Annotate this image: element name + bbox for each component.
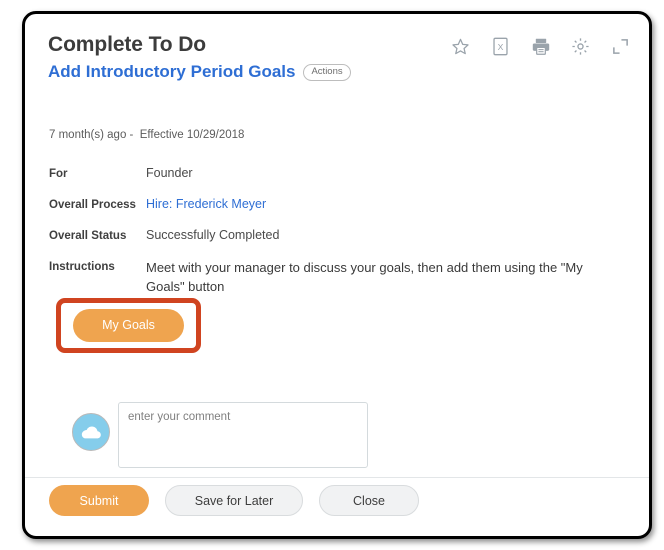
field-row: Overall Process Hire: Frederick Meyer bbox=[49, 196, 624, 213]
timestamp: 7 month(s) ago - Effective 10/29/2018 bbox=[49, 129, 245, 141]
cloud-icon bbox=[81, 426, 101, 439]
header-toolbar: X bbox=[450, 36, 631, 57]
settings-gear-icon[interactable] bbox=[570, 36, 591, 57]
my-goals-button[interactable]: My Goals bbox=[73, 309, 184, 342]
field-value-instructions: Meet with your manager to discuss your g… bbox=[146, 260, 583, 294]
close-button[interactable]: Close bbox=[319, 485, 419, 516]
favorite-star-icon[interactable] bbox=[450, 36, 471, 57]
task-link[interactable]: Add Introductory Period Goals bbox=[48, 61, 295, 83]
field-value-for: Founder bbox=[146, 166, 193, 180]
field-row: Instructions Meet with your manager to d… bbox=[49, 258, 624, 296]
field-label-for: For bbox=[49, 168, 68, 180]
save-for-later-button[interactable]: Save for Later bbox=[165, 485, 303, 516]
header-title-block: Complete To Do Add Introductory Period G… bbox=[48, 32, 351, 83]
field-row: For Founder bbox=[49, 165, 624, 182]
field-value-overall-process[interactable]: Hire: Frederick Meyer bbox=[146, 196, 624, 213]
field-row: Overall Status Successfully Completed bbox=[49, 227, 624, 244]
field-label-instructions: Instructions bbox=[49, 261, 115, 273]
field-label-overall-process: Overall Process bbox=[49, 199, 136, 211]
screenshot-root: Complete To Do Add Introductory Period G… bbox=[0, 0, 664, 550]
footer-divider bbox=[25, 477, 649, 478]
export-excel-icon[interactable]: X bbox=[490, 36, 511, 57]
detail-fields: For Founder Overall Process Hire: Freder… bbox=[49, 165, 624, 310]
page-title: Complete To Do bbox=[48, 33, 207, 56]
field-label-overall-status: Overall Status bbox=[49, 230, 127, 242]
submit-button[interactable]: Submit bbox=[49, 485, 149, 516]
expand-icon[interactable] bbox=[610, 36, 631, 57]
footer-actions: Submit Save for Later Close bbox=[49, 485, 419, 516]
field-value-overall-status: Successfully Completed bbox=[146, 228, 280, 242]
avatar bbox=[72, 413, 110, 451]
task-card: Complete To Do Add Introductory Period G… bbox=[22, 11, 652, 539]
actions-badge[interactable]: Actions bbox=[303, 63, 351, 81]
subtitle-row: Add Introductory Period Goals Actions bbox=[48, 61, 351, 83]
card-body: Complete To Do Add Introductory Period G… bbox=[25, 14, 649, 536]
svg-text:X: X bbox=[498, 42, 504, 52]
comment-input[interactable] bbox=[118, 402, 368, 468]
print-icon[interactable] bbox=[530, 36, 551, 57]
